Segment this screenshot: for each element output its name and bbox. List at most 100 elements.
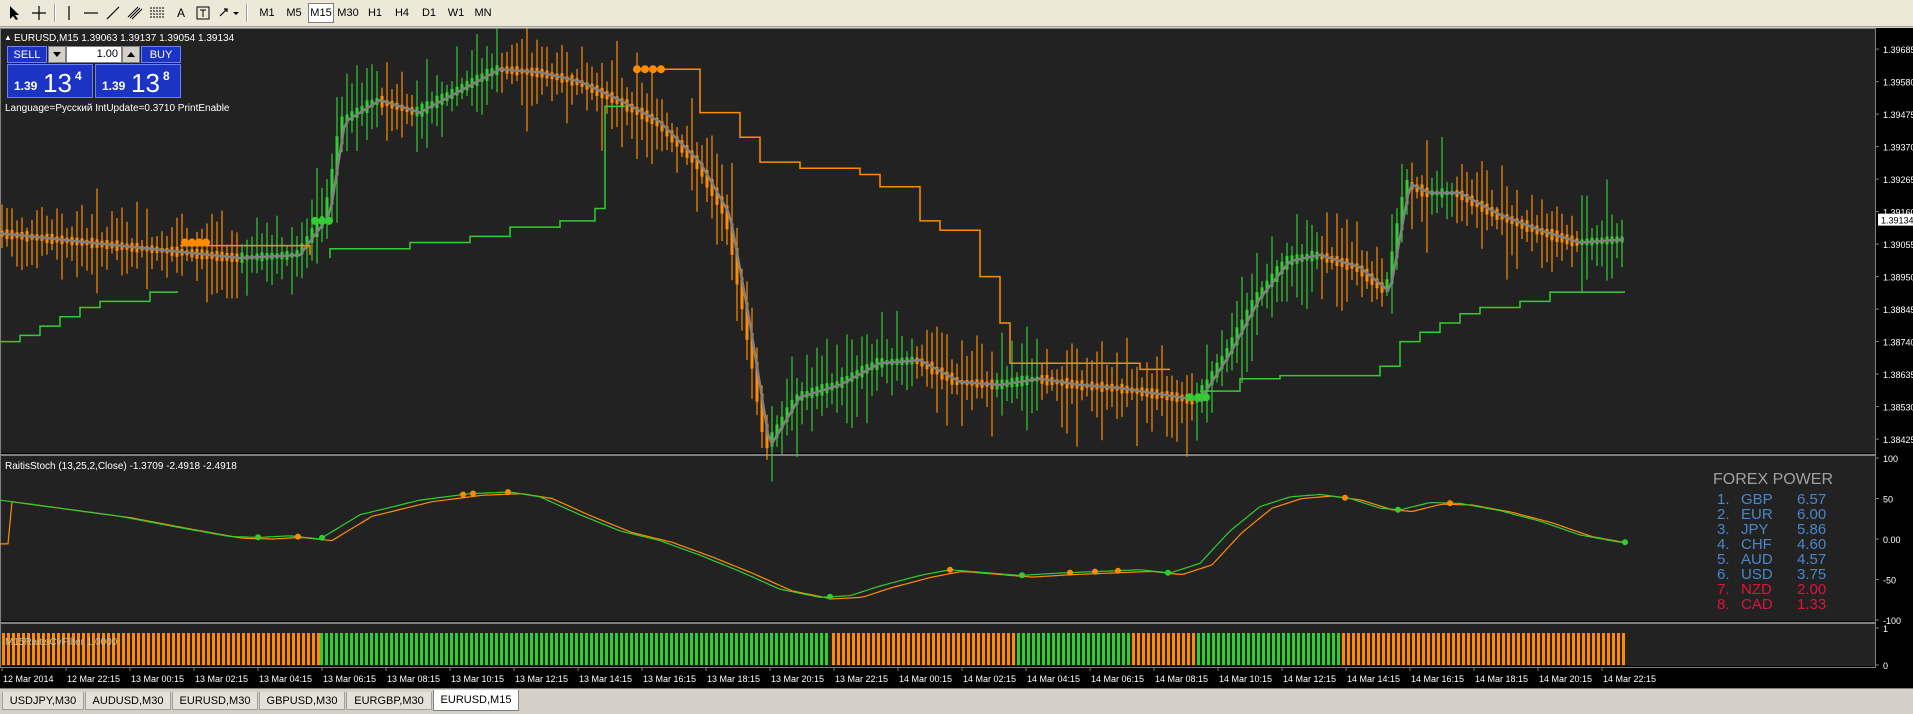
chart-area[interactable]: 1.39685 1.39580 1.39475 1.39370 1.39265 1.391… xyxy=(0,28,1913,688)
current-price-label: 1.39134 xyxy=(1881,216,1913,226)
lot-decrease-button[interactable] xyxy=(48,46,66,63)
chart-tab[interactable]: GBPUSD,M30 xyxy=(259,692,345,710)
lot-increase-button[interactable] xyxy=(122,46,140,63)
time-axis-label: 14 Mar 02:15 xyxy=(963,674,1016,684)
text-label-icon[interactable] xyxy=(192,3,214,23)
trendline-icon[interactable] xyxy=(102,3,124,23)
signal-dot xyxy=(641,65,649,74)
timeframe-h4-button[interactable]: H4 xyxy=(389,3,415,23)
text-icon[interactable]: A xyxy=(170,3,192,23)
timeframe-h1-button[interactable]: H1 xyxy=(362,3,388,23)
stoch-dot xyxy=(1115,567,1121,574)
stoch-axis-label: 50 xyxy=(1883,495,1893,505)
timeframe-mn-button[interactable]: MN xyxy=(470,3,496,23)
price-axis-label: 1.38530 xyxy=(1883,403,1913,413)
signal-dot xyxy=(195,238,203,247)
stoch-dot xyxy=(295,533,301,540)
collapse-triangle-icon[interactable]: ▲ xyxy=(4,33,12,42)
chart-tab[interactable]: EURUSD,M15 xyxy=(433,690,519,711)
time-axis-label: 13 Mar 04:15 xyxy=(259,674,312,684)
channel-icon[interactable] xyxy=(124,3,146,23)
chevron-down-icon xyxy=(53,52,61,57)
price-axis-label: 1.38635 xyxy=(1883,370,1913,380)
timeframe-d1-button[interactable]: D1 xyxy=(416,3,442,23)
time-axis-label: 13 Mar 22:15 xyxy=(835,674,888,684)
forex-power-currency: CAD xyxy=(1741,596,1773,613)
signal-dot xyxy=(188,238,196,247)
stoch-axis-label: 100 xyxy=(1883,454,1898,464)
price-axis-label: 1.38845 xyxy=(1883,305,1913,315)
stoch-dot xyxy=(470,490,476,497)
sell-price-main: 13 xyxy=(43,68,72,98)
sell-price-sup: 4 xyxy=(75,69,82,83)
signal-dot xyxy=(633,65,641,74)
fibonacci-icon[interactable] xyxy=(146,3,168,23)
buy-button[interactable]: BUY xyxy=(141,46,181,63)
lot-input[interactable]: 1.00 xyxy=(66,46,122,63)
stoch-dot xyxy=(1342,494,1348,501)
forex-power-rank: 8. xyxy=(1717,596,1730,613)
price-axis-label: 1.39370 xyxy=(1883,143,1913,153)
time-axis-label: 13 Mar 00:15 xyxy=(131,674,184,684)
signal-dot xyxy=(1186,393,1194,402)
time-axis-label: 14 Mar 10:15 xyxy=(1219,674,1272,684)
chart-tab[interactable]: USDJPY,M30 xyxy=(2,692,84,710)
price-axis-label: 1.39055 xyxy=(1883,240,1913,250)
time-axis-label: 13 Mar 12:15 xyxy=(515,674,568,684)
timeframe-w1-button[interactable]: W1 xyxy=(443,3,469,23)
chart-tabs-bar: USDJPY,M30 AUDUSD,M30 EURUSD,M30 GBPUSD,M30… xyxy=(0,688,1913,714)
stoch-axis-label: -50 xyxy=(1883,576,1896,586)
buy-price-big: 1.39 xyxy=(102,79,126,93)
crosshair-icon[interactable] xyxy=(28,3,50,23)
symbol-info: EURUSD,M15 1.39063 1.39137 1.39054 1.391… xyxy=(14,33,235,44)
timeframe-m30-button[interactable]: M30 xyxy=(335,3,361,23)
chart-tab[interactable]: EURGBP,M30 xyxy=(346,692,432,710)
stoch-dot xyxy=(505,489,511,496)
timeframe-m5-button[interactable]: M5 xyxy=(281,3,307,23)
price-axis-label: 1.39265 xyxy=(1883,175,1913,185)
price-axis-label: 1.39580 xyxy=(1883,78,1913,88)
price-axis-label: 1.38950 xyxy=(1883,273,1913,283)
stoch-dot xyxy=(827,593,833,600)
time-axis-label: 14 Mar 18:15 xyxy=(1475,674,1528,684)
buy-price-sup: 8 xyxy=(163,69,170,83)
filter-title: M15RaitisCvFilter 1.0000 xyxy=(5,637,118,648)
cursor-icon[interactable] xyxy=(4,3,26,23)
stoch-dot xyxy=(255,534,261,541)
time-axis-label: 14 Mar 00:15 xyxy=(899,674,952,684)
sell-button[interactable]: SELL xyxy=(7,46,47,63)
stoch-dot xyxy=(1622,539,1628,546)
signal-dot xyxy=(311,216,319,225)
time-axis-label: 14 Mar 16:15 xyxy=(1411,674,1464,684)
sell-price-button[interactable]: 1.39 13 4 xyxy=(7,64,93,98)
time-axis-label: 14 Mar 22:15 xyxy=(1603,674,1656,684)
time-axis-label: 13 Mar 20:15 xyxy=(771,674,824,684)
chart-tab[interactable]: AUDUSD,M30 xyxy=(85,692,171,710)
timeframe-m15-button[interactable]: M15 xyxy=(308,3,334,23)
time-axis-label: 13 Mar 02:15 xyxy=(195,674,248,684)
time-axis-label: 14 Mar 06:15 xyxy=(1091,674,1144,684)
forex-power-value: 1.33 xyxy=(1797,596,1827,613)
signal-dot xyxy=(181,238,189,247)
signal-dot xyxy=(649,65,657,74)
arrows-dropdown-icon[interactable] xyxy=(216,3,242,23)
price-axis-label: 1.38740 xyxy=(1883,338,1913,348)
time-axis-label: 13 Mar 06:15 xyxy=(323,674,376,684)
buy-price-button[interactable]: 1.39 13 8 xyxy=(95,64,181,98)
stoch-axis-label: 0.00 xyxy=(1883,535,1901,545)
horizontal-line-icon[interactable] xyxy=(80,3,102,23)
time-axis-label: 13 Mar 16:15 xyxy=(643,674,696,684)
timeframe-m1-button[interactable]: M1 xyxy=(254,3,280,23)
time-axis-label: 13 Mar 14:15 xyxy=(579,674,632,684)
price-axis-label: 1.39475 xyxy=(1883,110,1913,120)
stoch-dot xyxy=(1165,569,1171,576)
time-axis-label: 13 Mar 08:15 xyxy=(387,674,440,684)
vertical-line-icon[interactable] xyxy=(58,3,80,23)
stoch-dot xyxy=(1092,568,1098,575)
time-axis-label: 12 Mar 22:15 xyxy=(67,674,120,684)
sell-price-big: 1.39 xyxy=(14,79,38,93)
signal-dot xyxy=(1202,393,1210,402)
signal-dot xyxy=(657,65,665,74)
stoch-dot xyxy=(460,491,466,498)
chart-tab[interactable]: EURUSD,M30 xyxy=(172,692,258,710)
